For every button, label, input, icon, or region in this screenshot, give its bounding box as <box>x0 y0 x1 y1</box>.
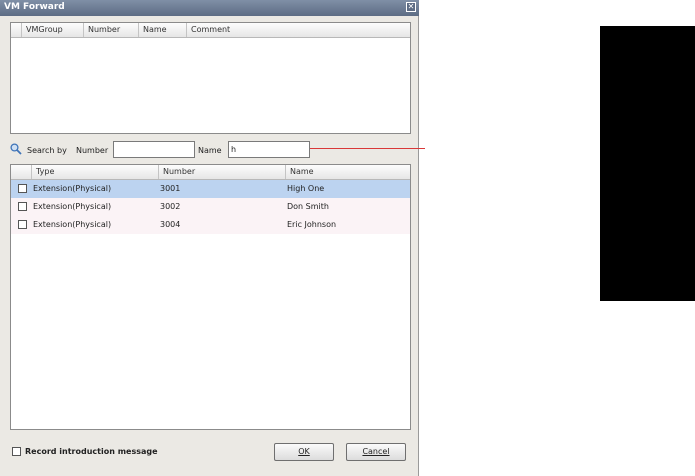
black-panel <box>600 26 695 301</box>
record-intro-label[interactable]: Record introduction message <box>25 447 158 456</box>
search-by-label: Search by <box>27 146 67 155</box>
vm-group-table-header: VMGroup Number Name Comment <box>11 23 410 38</box>
column-header-name[interactable]: Name <box>285 165 410 179</box>
row-checkbox[interactable] <box>18 184 27 193</box>
select-column-header <box>11 23 21 37</box>
search-icon <box>10 143 22 155</box>
results-table-header: Type Number Name <box>11 165 410 180</box>
results-table[interactable]: Type Number Name Extension(Physical) 300… <box>10 164 411 430</box>
row-name: High One <box>287 184 325 193</box>
column-header-number[interactable]: Number <box>83 23 137 37</box>
number-label: Number <box>76 146 109 155</box>
ok-button[interactable]: OK <box>274 443 334 461</box>
row-checkbox[interactable] <box>18 202 27 211</box>
number-search-input[interactable] <box>113 141 195 158</box>
name-label: Name <box>198 146 222 155</box>
table-row[interactable]: Extension(Physical) 3004 Eric Johnson <box>11 216 410 234</box>
vm-forward-dialog: VM Forward ✕ VMGroup Number Name Comment… <box>0 0 419 476</box>
vm-group-table[interactable]: VMGroup Number Name Comment <box>10 22 411 134</box>
column-header-comment[interactable]: Comment <box>186 23 410 37</box>
row-type: Extension(Physical) <box>33 220 112 229</box>
row-type: Extension(Physical) <box>33 184 112 193</box>
column-header-vmgroup[interactable]: VMGroup <box>21 23 81 37</box>
row-checkbox[interactable] <box>18 220 27 229</box>
row-number: 3002 <box>160 202 181 211</box>
title-bar[interactable]: VM Forward ✕ <box>0 0 419 16</box>
table-row[interactable]: Extension(Physical) 3002 Don Smith <box>11 198 410 216</box>
row-number: 3004 <box>160 220 181 229</box>
row-name: Eric Johnson <box>287 220 337 229</box>
column-header-number[interactable]: Number <box>158 165 285 179</box>
column-header-type[interactable]: Type <box>31 165 158 179</box>
callout-line <box>310 148 425 149</box>
name-search-input[interactable]: h <box>228 141 310 158</box>
table-row[interactable]: Extension(Physical) 3001 High One <box>11 180 410 198</box>
window-title: VM Forward <box>4 2 65 12</box>
record-intro-checkbox[interactable] <box>12 447 21 456</box>
cancel-button[interactable]: Cancel <box>346 443 406 461</box>
row-number: 3001 <box>160 184 181 193</box>
select-column-header <box>11 165 31 179</box>
row-type: Extension(Physical) <box>33 202 112 211</box>
row-name: Don Smith <box>287 202 329 211</box>
column-header-name[interactable]: Name <box>138 23 186 37</box>
close-icon[interactable]: ✕ <box>406 2 416 12</box>
